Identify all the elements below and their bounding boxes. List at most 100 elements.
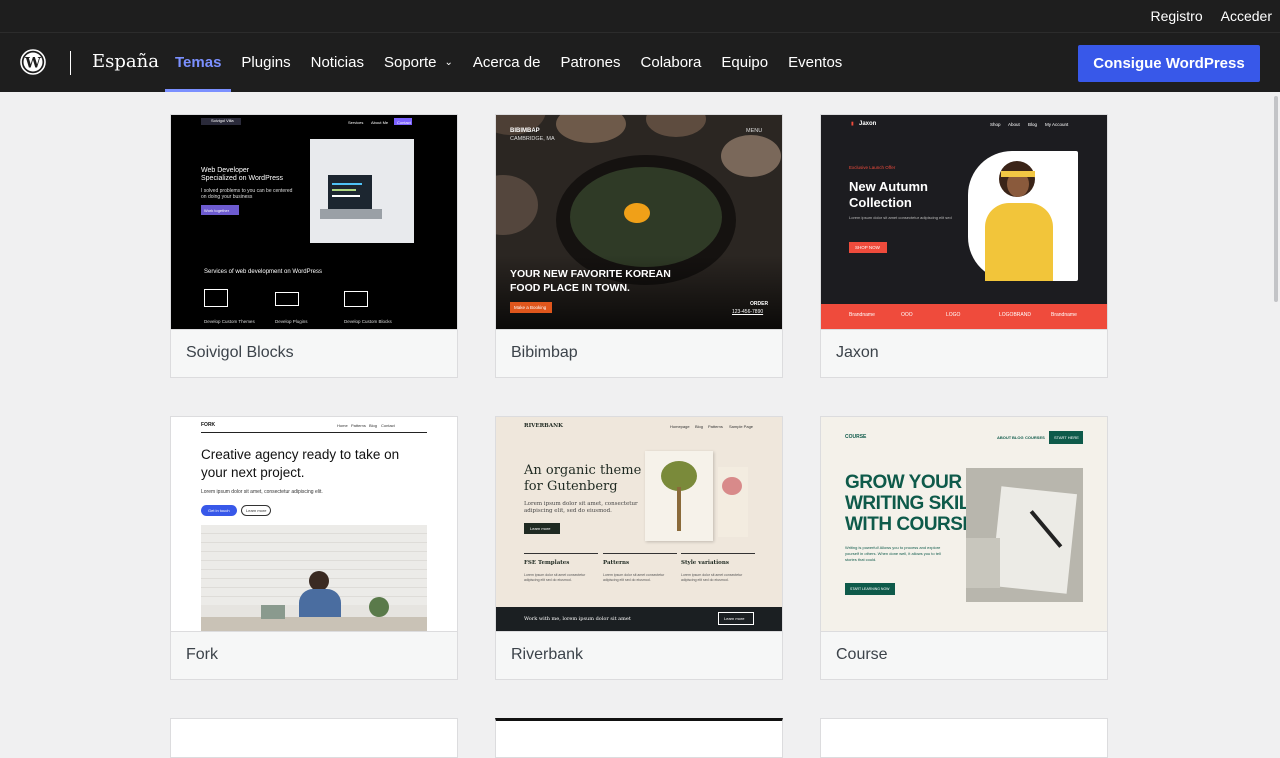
nav-item-soporte-label: Soporte xyxy=(383,54,437,71)
theme-card-partial[interactable] xyxy=(820,718,1108,758)
nav-item-patrones[interactable]: Patrones xyxy=(550,33,630,92)
preview-nav-item: Contact xyxy=(381,423,395,428)
preview-nav-item: Services xyxy=(348,120,364,125)
preview-nav-item: BLOG xyxy=(1012,435,1024,440)
preview-column-text: Lorem ipsum dolor sit amet consectetur a… xyxy=(681,573,743,582)
preview-order: ORDER xyxy=(750,301,769,307)
theme-card-bibimbap[interactable]: BIBIMBAP CAMBRIDGE, MA MENU YOUR NEW FAV… xyxy=(495,114,783,378)
theme-name[interactable]: Fork xyxy=(171,631,457,679)
theme-name[interactable]: Riverbank xyxy=(496,631,782,679)
page-scrollbar[interactable] xyxy=(1274,96,1278,302)
theme-preview[interactable]: COURSE ABOUT BLOG COURSES START HERE GRO… xyxy=(821,417,1107,631)
register-link[interactable]: Registro xyxy=(1151,8,1203,24)
nav-item-plugins[interactable]: Plugins xyxy=(231,33,300,92)
svg-text:W: W xyxy=(24,56,41,72)
column-rule xyxy=(681,553,755,554)
preview-text: Writing is powerful! Allows you to proce… xyxy=(845,545,941,562)
preview-button-label: START LEARNING NOW xyxy=(850,587,890,591)
code-line xyxy=(332,183,362,185)
theme-card-partial[interactable] xyxy=(495,718,783,758)
column-rule xyxy=(603,553,677,554)
preview-nav-item: Contact xyxy=(397,120,411,125)
flower-print-card xyxy=(718,467,748,537)
theme-card-jaxon[interactable]: ▮ Jaxon Shop About Blog My Account Exclu… xyxy=(820,114,1108,378)
laptop-icon xyxy=(275,292,299,306)
preview-nav-button-label: START HERE xyxy=(1054,435,1079,440)
main-navigation: W España Temas Plugins Noticias Soporte ⌄… xyxy=(0,32,1280,92)
nav-item-noticias[interactable]: Noticias xyxy=(301,33,374,92)
theme-preview[interactable]: ▮ Jaxon Shop About Blog My Account Exclu… xyxy=(821,115,1107,329)
preview-headline: GROW YOUR xyxy=(845,472,962,493)
theme-card-soivigol-blocks[interactable]: Soivigol Villa Services About Me Contact… xyxy=(170,114,458,378)
preview-headline: Creative agency ready to take on xyxy=(201,447,400,462)
palm-trunk xyxy=(677,487,681,531)
preview-logo: FORK xyxy=(201,422,216,428)
nav-item-acerca[interactable]: Acerca de xyxy=(463,33,551,92)
preview-footer-text: Work with me, lorem ipsum dolor sit amet xyxy=(524,616,631,622)
wordpress-logo-icon[interactable]: W xyxy=(20,49,46,75)
plant xyxy=(369,597,389,617)
login-link[interactable]: Acceder xyxy=(1221,8,1272,24)
preview-text: on doing your business xyxy=(201,194,253,200)
preview-text: adipiscing elit, sed do eiusmod. xyxy=(524,508,612,514)
preview-nav-item: About xyxy=(1008,122,1020,127)
theme-name[interactable]: Course xyxy=(821,631,1107,679)
preview-headline: An organic theme xyxy=(524,463,642,478)
theme-name[interactable]: Jaxon xyxy=(821,329,1107,377)
preview-column-text: Lorem ipsum dolor sit amet consectetur a… xyxy=(603,573,665,582)
preview-nav-item: Shop xyxy=(990,122,1001,127)
theme-card-fork[interactable]: FORK Home Patterns Blog Contact Creative… xyxy=(170,416,458,680)
theme-card-riverbank[interactable]: RIVERBANK Homepage Blog Patterns Sample … xyxy=(495,416,783,680)
food-bowl xyxy=(646,115,706,137)
preview-column-title: Patterns xyxy=(603,560,630,566)
flower xyxy=(722,477,742,495)
theme-card-partial[interactable] xyxy=(170,718,458,758)
preview-nav-item: COURSES xyxy=(1025,435,1045,440)
nav-item-eventos[interactable]: Eventos xyxy=(778,33,852,92)
theme-preview[interactable]: BIBIMBAP CAMBRIDGE, MA MENU YOUR NEW FAV… xyxy=(496,115,782,329)
theme-card-course[interactable]: COURSE ABOUT BLOG COURSES START HERE GRO… xyxy=(820,416,1108,680)
preview-logo: Soivigol Villa xyxy=(211,118,234,123)
preview-laptop-image xyxy=(310,139,414,243)
preview-city: CAMBRIDGE, MA xyxy=(510,136,555,142)
brand-logo: Brandname xyxy=(849,312,875,318)
preview-nav-item: Home xyxy=(337,423,348,428)
preview-logo: Jaxon xyxy=(859,121,877,127)
nav-item-soporte[interactable]: Soporte ⌄ xyxy=(374,33,463,92)
preview-service-label: Develop Plugins xyxy=(275,319,308,324)
locale-name[interactable]: España xyxy=(92,51,159,72)
preview-brand: BIBIMBAP xyxy=(510,128,540,134)
theme-preview[interactable]: Soivigol Villa Services About Me Contact… xyxy=(171,115,457,329)
preview-nav-item: My Account xyxy=(1045,122,1069,127)
laptop-corner xyxy=(966,538,1000,588)
preview-logo: RIVERBANK xyxy=(524,423,563,429)
egg-yolk xyxy=(624,203,650,223)
preview-office-image xyxy=(201,525,427,631)
nav-item-equipo[interactable]: Equipo xyxy=(711,33,778,92)
nav-item-colabora[interactable]: Colabora xyxy=(631,33,712,92)
brand-logo: LOGO xyxy=(946,312,961,318)
nav-item-temas[interactable]: Temas xyxy=(165,33,232,92)
model-sweater xyxy=(985,203,1053,281)
preview-service-label: Develop Custom Themes xyxy=(204,319,255,324)
theme-name[interactable]: Bibimbap xyxy=(496,329,782,377)
person-head xyxy=(309,571,329,591)
preview-phone: 123-456-7890 xyxy=(732,309,764,315)
preview-footer-button-label: Learn more xyxy=(724,616,745,621)
preview-text: Lorem ipsum dolor sit amet, consectetur … xyxy=(201,489,323,495)
brand-logo: Brandname xyxy=(1051,312,1077,318)
preview-nav-item: ABOUT xyxy=(997,435,1012,440)
preview-section-title: Services of web development on WordPress xyxy=(204,269,322,275)
preview-column-title: FSE Templates xyxy=(524,560,570,566)
theme-preview[interactable]: RIVERBANK Homepage Blog Patterns Sample … xyxy=(496,417,782,631)
preview-text: Lorem ipsum dolor sit amet, consectetur xyxy=(524,501,638,507)
theme-name[interactable]: Soivigol Blocks xyxy=(171,329,457,377)
preview-nav-item: Blog xyxy=(695,424,704,429)
preview-nav-item: Blog xyxy=(1028,122,1038,127)
blocks-icon xyxy=(344,291,368,307)
get-wordpress-button[interactable]: Consigue WordPress xyxy=(1078,45,1260,82)
food-bowl xyxy=(496,175,538,235)
theme-preview[interactable]: FORK Home Patterns Blog Contact Creative… xyxy=(171,417,457,631)
preview-headline: Specialized on WordPress xyxy=(201,175,283,182)
code-line xyxy=(332,189,356,191)
